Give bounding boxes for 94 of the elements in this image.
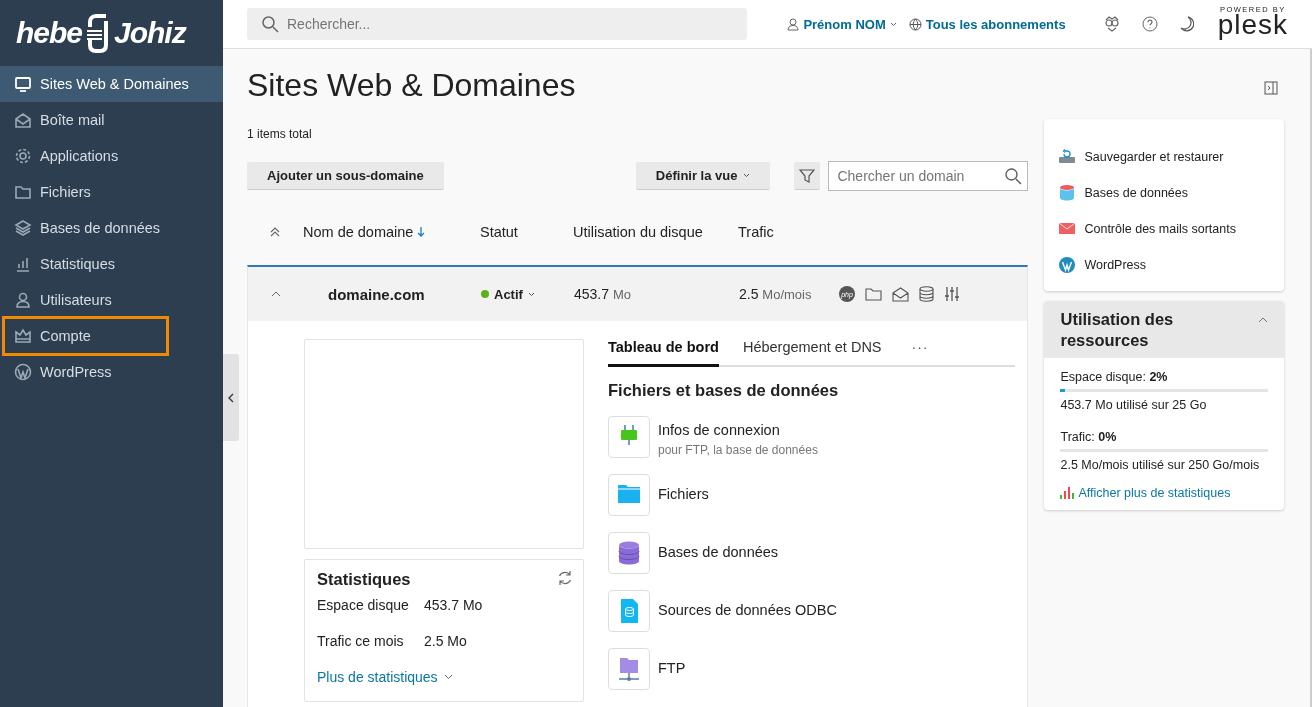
folder-icon: [14, 183, 32, 201]
more-tabs-button[interactable]: ···: [905, 339, 929, 365]
gear-icon: [14, 147, 32, 165]
page-title: Sites Web & Domaines: [247, 66, 576, 104]
sidebar-item[interactable]: Fichiers: [0, 174, 223, 210]
meter-label: Trafic: 0%: [1060, 430, 1118, 445]
column-header[interactable]: Trafic: [738, 224, 838, 240]
tab[interactable]: Tableau de bord: [608, 339, 719, 367]
section-title: Fichiers et bases de données: [608, 381, 840, 400]
chevron-up-icon[interactable]: [271, 291, 281, 297]
database-icon[interactable]: [919, 286, 934, 302]
user-icon: [14, 291, 32, 309]
quick-link[interactable]: Sauvegarder et restaurer: [1058, 139, 1270, 175]
help-icon[interactable]: [1141, 16, 1158, 32]
sliders-icon[interactable]: [944, 286, 960, 302]
envelope-icon: [14, 111, 32, 129]
logo: hebe Johiz: [0, 0, 223, 66]
meter-detail: 453.7 Mo utilisé sur 25 Go: [1060, 398, 1208, 413]
folder-icon[interactable]: [865, 287, 882, 301]
sidebar-toggle-icon[interactable]: [1264, 81, 1278, 95]
domain-search-field[interactable]: Chercher un domain: [828, 161, 1029, 191]
wordpress-icon: [1058, 256, 1077, 274]
tool-button[interactable]: [608, 648, 650, 690]
tool-description: pour FTP, la base de données: [658, 443, 818, 457]
tab[interactable]: Hébergement et DNS: [742, 339, 882, 367]
sidebar-item[interactable]: Sites Web & Domaines: [0, 66, 223, 102]
search-field[interactable]: Rechercher...: [247, 8, 747, 40]
chevron-left-icon: [228, 392, 234, 403]
items-total: 1 items total: [247, 127, 313, 141]
tool-link[interactable]: Fichiers: [658, 486, 709, 502]
quick-link[interactable]: Contrôle des mails sortants: [1058, 211, 1270, 247]
sidebar-item[interactable]: Compte: [2, 316, 169, 356]
sidebar-item[interactable]: Boîte mail: [0, 102, 223, 138]
search-icon: [1004, 167, 1023, 185]
collapse-all-icon[interactable]: [270, 227, 280, 237]
layers-icon: [14, 219, 32, 237]
filter-icon: [799, 167, 816, 184]
disk-usage: 453.7 Mo: [574, 286, 631, 302]
quick-link[interactable]: WordPress: [1058, 247, 1270, 283]
bar-chart-icon: [14, 255, 32, 273]
collapse-handle[interactable]: [223, 354, 239, 441]
sidebar-item[interactable]: Applications: [0, 138, 223, 174]
view-button[interactable]: Définir la vue: [635, 162, 771, 190]
tool-link[interactable]: FTP: [658, 660, 686, 676]
stat-value: 453.7 Mo: [424, 597, 483, 613]
more-statistics-link[interactable]: Plus de statistiques: [317, 669, 571, 685]
backup-drive-icon: [1058, 148, 1077, 166]
tool-button[interactable]: [608, 532, 650, 574]
add-subdomain-button[interactable]: Ajouter un sous-domaine: [247, 162, 444, 190]
tool-link[interactable]: Sources de données ODBC: [658, 602, 837, 618]
monitor-icon: [14, 75, 32, 93]
domain-name[interactable]: domaine.com: [304, 285, 425, 303]
database-icon: [1058, 184, 1077, 202]
tool-link[interactable]: Infos de connexion: [658, 422, 780, 438]
user-icon: [787, 17, 800, 31]
card-title: Statistiques: [317, 570, 411, 589]
sidebar-item[interactable]: WordPress: [0, 354, 223, 390]
quick-link[interactable]: Bases de données: [1058, 175, 1270, 211]
caret-icon: [889, 21, 897, 27]
meter-label: Espace disque: 2%: [1060, 370, 1169, 385]
crown-icon: [14, 327, 32, 345]
meter-detail: 2.5 Mo/mois utilisé sur 250 Go/mois: [1060, 458, 1261, 473]
owl-icon[interactable]: [1103, 16, 1120, 32]
wordpress-icon: [14, 363, 32, 381]
refresh-icon[interactable]: [557, 570, 573, 586]
column-header[interactable]: Utilisation du disque: [573, 224, 738, 240]
sidebar-item[interactable]: Bases de données: [0, 210, 223, 246]
column-header[interactable]: Statut: [480, 224, 573, 240]
card-title: Utilisation des ressources: [1060, 309, 1175, 351]
stat-label: Espace disque: [317, 597, 410, 613]
sidebar-item[interactable]: Utilisateurs: [0, 282, 223, 318]
chevron-up-icon[interactable]: [1258, 317, 1268, 323]
moon-icon[interactable]: [1179, 16, 1194, 32]
envelope-icon[interactable]: [892, 286, 909, 302]
column-header[interactable]: Nom de domaine: [303, 224, 480, 240]
statistics-link[interactable]: Afficher plus de statistiques: [1060, 486, 1268, 501]
filter-button[interactable]: [794, 162, 821, 190]
stat-label: Trafic ce mois: [317, 633, 405, 649]
caret-icon: [743, 173, 751, 178]
user-menu[interactable]: Prénom NOM: [787, 16, 897, 32]
stat-value: 2.5 Mo: [424, 633, 467, 649]
sort-down-icon: [417, 227, 426, 237]
sidebar-item[interactable]: Statistiques: [0, 246, 223, 282]
tool-link[interactable]: Bases de données: [658, 544, 779, 560]
plesk-logo: plesk: [1217, 11, 1288, 43]
traffic-usage: 2.5 Mo/mois: [739, 286, 812, 302]
subscriptions-link[interactable]: Tous les abonnements: [908, 16, 1066, 32]
tool-button[interactable]: [608, 474, 650, 516]
status-dropdown[interactable]: Actif: [481, 286, 574, 302]
caret-icon: [443, 674, 453, 680]
caret-icon: [527, 291, 535, 297]
globe-icon: [908, 17, 922, 31]
database-icon: [615, 539, 643, 567]
bar-chart-icon: [1060, 486, 1075, 501]
